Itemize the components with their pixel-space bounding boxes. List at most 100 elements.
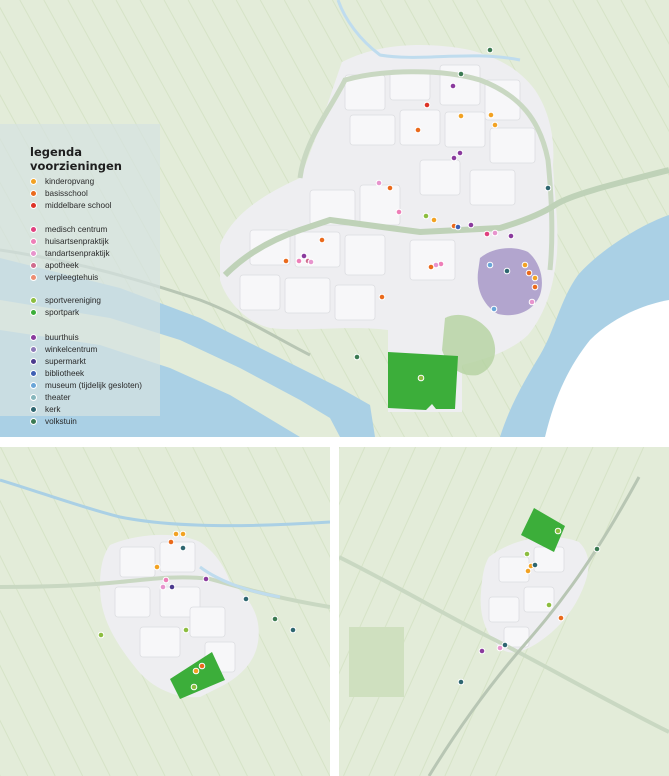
city-block	[119, 546, 156, 578]
sportpark-main	[388, 352, 458, 410]
facility-marker	[97, 631, 105, 639]
inset-map-right[interactable]	[339, 447, 669, 776]
facility-marker	[159, 583, 167, 591]
main-map[interactable]: legenda voorzieningen kinderopvang basis…	[0, 0, 669, 437]
facility-marker	[192, 667, 200, 675]
facility-marker	[503, 267, 511, 275]
greenhouses	[349, 627, 404, 697]
facility-marker	[289, 626, 297, 634]
legend-label: volkstuin	[45, 417, 77, 426]
field-line	[339, 447, 340, 450]
field-line	[302, 447, 330, 504]
facility-marker	[457, 70, 465, 78]
facility-marker	[593, 545, 601, 553]
facility-marker	[153, 563, 161, 571]
field-line	[339, 447, 467, 731]
field-line	[0, 609, 84, 776]
legend-label: tandartsenpraktijk	[45, 249, 110, 258]
facility-marker	[427, 263, 435, 271]
legend-item-tandartsenpraktijk: tandartsenpraktijk	[30, 248, 110, 259]
city-block	[239, 274, 281, 311]
river	[0, 478, 330, 528]
city-block	[159, 541, 196, 573]
facility-marker	[524, 567, 532, 575]
facility-marker	[450, 154, 458, 162]
field-line	[339, 447, 391, 562]
legend-item-museum: museum (tijdelijk gesloten)	[30, 380, 142, 391]
legend-dot-icon	[30, 262, 37, 269]
field-line	[247, 447, 330, 613]
legend-item-volkstuin: volkstuin	[30, 416, 77, 427]
legend-item-apotheek: apotheek	[30, 260, 79, 271]
city-block	[419, 159, 461, 196]
legend-label: sportvereniging	[45, 296, 101, 305]
legend-label: kerk	[45, 405, 61, 414]
facility-marker	[554, 527, 562, 535]
inset-map-left-canvas	[0, 447, 330, 776]
field-line	[339, 447, 416, 619]
facility-marker	[168, 583, 176, 591]
legend-label: verpleegtehuis	[45, 273, 99, 282]
facility-marker	[449, 82, 457, 90]
legend-dot-icon	[30, 226, 37, 233]
legend-item-huisartsenpraktijk: huisartsenpraktijk	[30, 236, 109, 247]
facility-marker	[271, 615, 279, 623]
facility-marker	[353, 353, 361, 361]
legend-dot-icon	[30, 178, 37, 185]
facility-marker	[544, 184, 552, 192]
facility-marker	[430, 216, 438, 224]
facility-marker	[202, 575, 210, 583]
legend-label: huisartsenpraktijk	[45, 237, 109, 246]
field-line	[0, 719, 29, 776]
city-block	[334, 284, 376, 321]
facility-marker	[521, 261, 529, 269]
facility-marker	[198, 662, 206, 670]
facility-marker	[456, 149, 464, 157]
legend-item-medisch-centrum: medisch centrum	[30, 224, 107, 235]
facility-marker	[523, 550, 531, 558]
legend-item-buurthuis: buurthuis	[30, 332, 79, 343]
legend-dot-icon	[30, 202, 37, 209]
facility-marker	[423, 101, 431, 109]
legend-item-supermarkt: supermarkt	[30, 356, 86, 367]
facility-marker	[487, 111, 495, 119]
facility-marker	[375, 179, 383, 187]
legend-label: museum (tijdelijk gesloten)	[45, 381, 142, 390]
legend-dot-icon	[30, 334, 37, 341]
legend-label: theater	[45, 393, 71, 402]
facility-marker	[491, 121, 499, 129]
legend-item-verpleegtehuis: verpleegtehuis	[30, 272, 98, 283]
facility-marker	[545, 601, 553, 609]
legend-dot-icon	[30, 274, 37, 281]
city-block	[189, 606, 226, 638]
facility-marker	[457, 678, 465, 686]
legend-item-kerk: kerk	[30, 404, 60, 415]
facility-marker	[318, 236, 326, 244]
legend-dot-icon	[30, 238, 37, 245]
legend-dot-icon	[30, 370, 37, 377]
legend-label: sportpark	[45, 308, 80, 317]
legend-dot-icon	[30, 418, 37, 425]
facility-marker	[496, 644, 504, 652]
legend-panel: legenda voorzieningen kinderopvang basis…	[0, 124, 160, 426]
facility-marker	[486, 46, 494, 54]
legend-dot-icon	[30, 382, 37, 389]
legend-dot-icon	[30, 406, 37, 413]
facility-marker	[172, 530, 180, 538]
city-block	[488, 596, 520, 623]
facility-marker	[525, 269, 533, 277]
facility-marker	[167, 538, 175, 546]
facility-marker	[179, 544, 187, 552]
city-block	[469, 169, 516, 206]
inset-map-left[interactable]	[0, 447, 330, 776]
facility-marker	[528, 298, 536, 306]
facility-marker	[491, 229, 499, 237]
facility-marker	[457, 112, 465, 120]
facility-marker	[179, 530, 187, 538]
facility-marker	[454, 223, 462, 231]
legend-item-bibliotheek: bibliotheek	[30, 368, 84, 379]
facility-marker	[295, 257, 303, 265]
city-block	[284, 277, 331, 314]
facility-marker	[282, 257, 290, 265]
facility-marker	[162, 576, 170, 584]
